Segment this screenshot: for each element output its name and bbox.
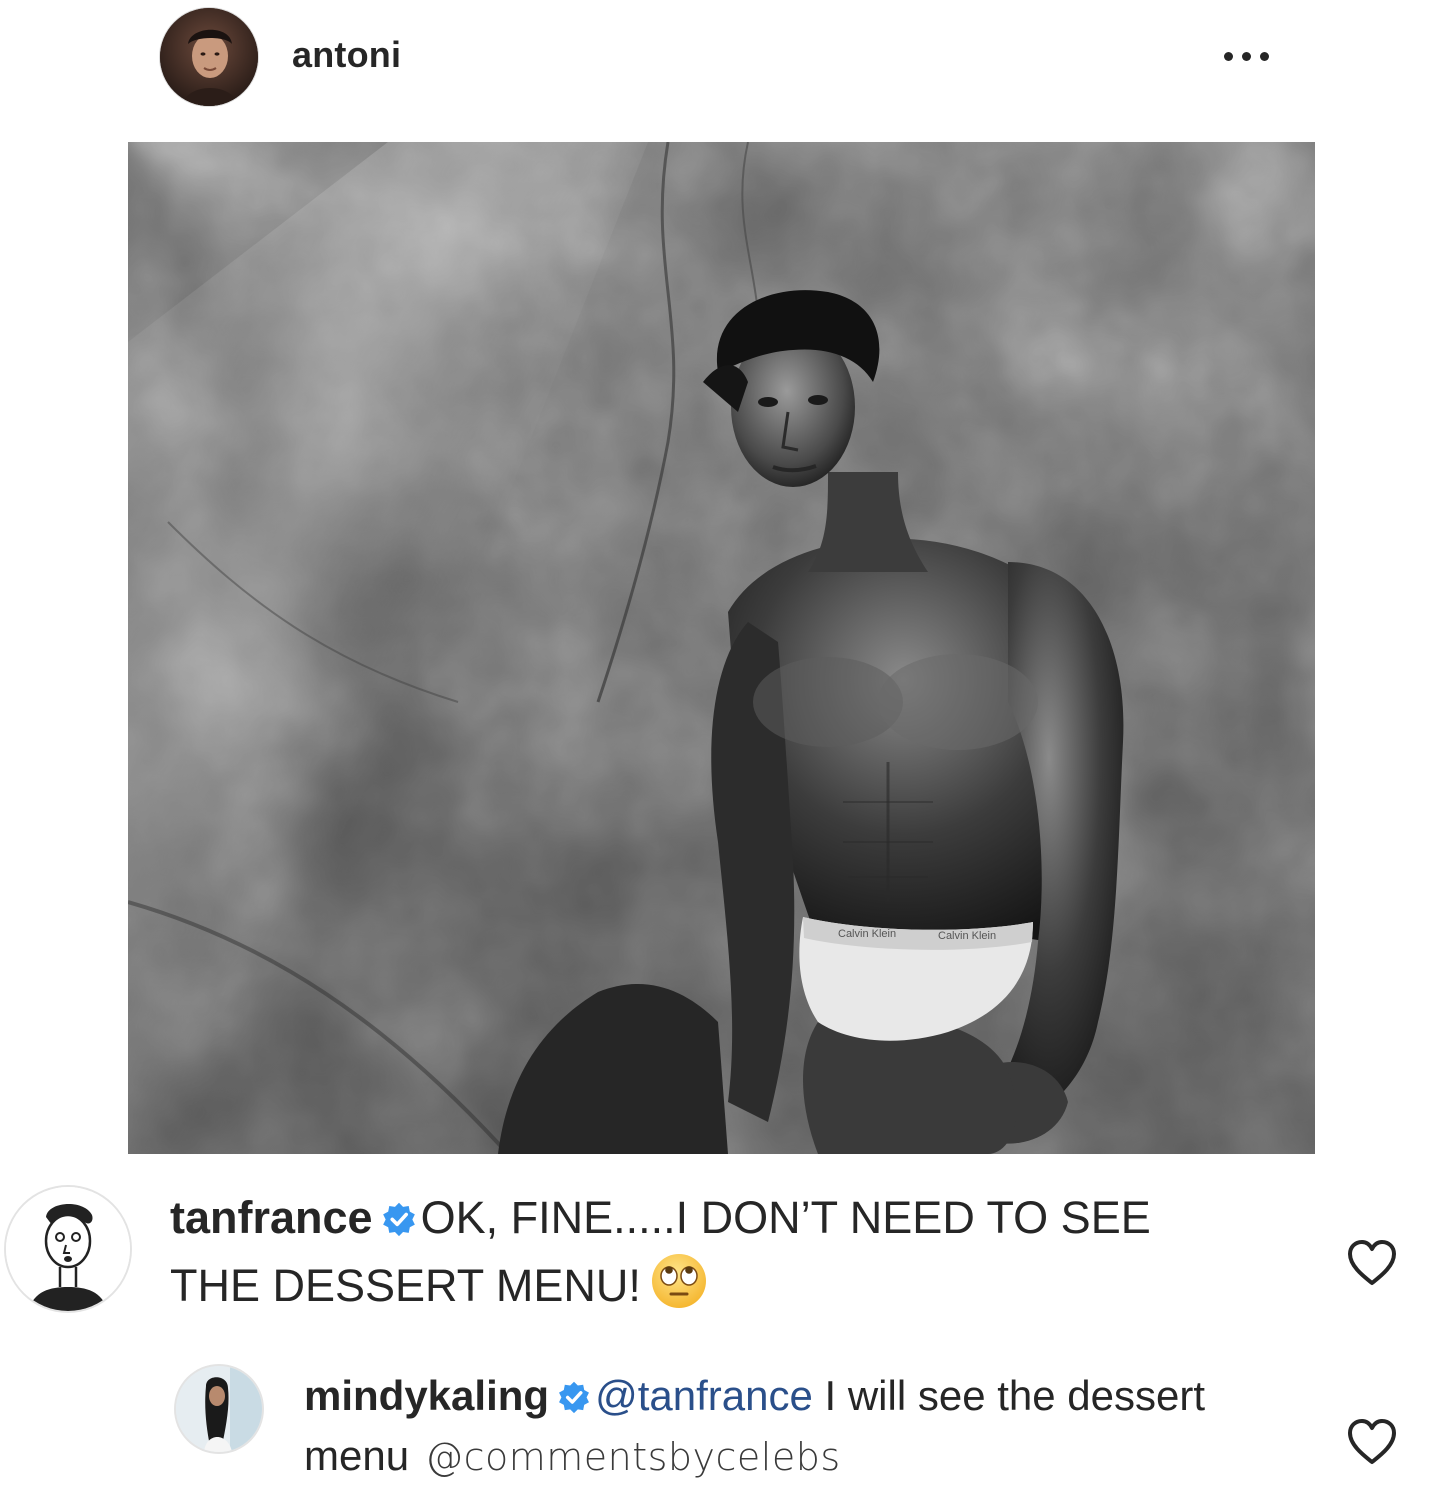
comment-author[interactable]: tanfrance bbox=[170, 1192, 373, 1243]
profile-avatar-image bbox=[160, 8, 258, 106]
brand-band-text: Calvin Klein bbox=[938, 930, 996, 942]
heart-outline-icon[interactable] bbox=[1344, 1237, 1400, 1289]
heart-outline-icon[interactable] bbox=[1344, 1416, 1400, 1468]
verified-badge-icon bbox=[381, 1193, 417, 1251]
brand-band-text: Calvin Klein bbox=[838, 928, 896, 940]
post-author-username[interactable]: antoni bbox=[292, 34, 401, 76]
photo-avatar-image bbox=[176, 1366, 262, 1452]
illustrated-avatar-image bbox=[6, 1187, 130, 1311]
verified-badge-icon bbox=[557, 1372, 591, 1428]
face-with-rolling-eyes-icon bbox=[649, 1251, 709, 1325]
post-photo-image: Calvin Klein Calvin Klein bbox=[128, 142, 1315, 1154]
more-dot bbox=[1260, 52, 1269, 61]
profile-avatar[interactable] bbox=[160, 8, 258, 106]
post-photo[interactable]: Calvin Klein Calvin Klein bbox=[128, 142, 1315, 1154]
comment-body: tanfrance OK, FINE.....I DON’T NEED TO SE… bbox=[170, 1189, 1230, 1325]
comment: tanfrance OK, FINE.....I DON’T NEED TO SE… bbox=[0, 1175, 1440, 1325]
watermark-handle: @commentsbycelebs bbox=[425, 1435, 841, 1479]
comment-author[interactable]: mindykaling bbox=[304, 1372, 549, 1419]
more-dot bbox=[1242, 52, 1251, 61]
comment-body: mindykaling @tanfrance I will see the des… bbox=[304, 1368, 1284, 1485]
mention-link[interactable]: @tanfrance bbox=[595, 1372, 813, 1419]
comment-reply: mindykaling @tanfrance I will see the des… bbox=[0, 1360, 1440, 1490]
more-horizontal-icon[interactable] bbox=[1218, 30, 1276, 80]
more-dot bbox=[1224, 52, 1233, 61]
commenter-avatar[interactable] bbox=[6, 1187, 130, 1311]
commenter-avatar[interactable] bbox=[176, 1366, 262, 1452]
post-header: antoni bbox=[0, 0, 1440, 120]
